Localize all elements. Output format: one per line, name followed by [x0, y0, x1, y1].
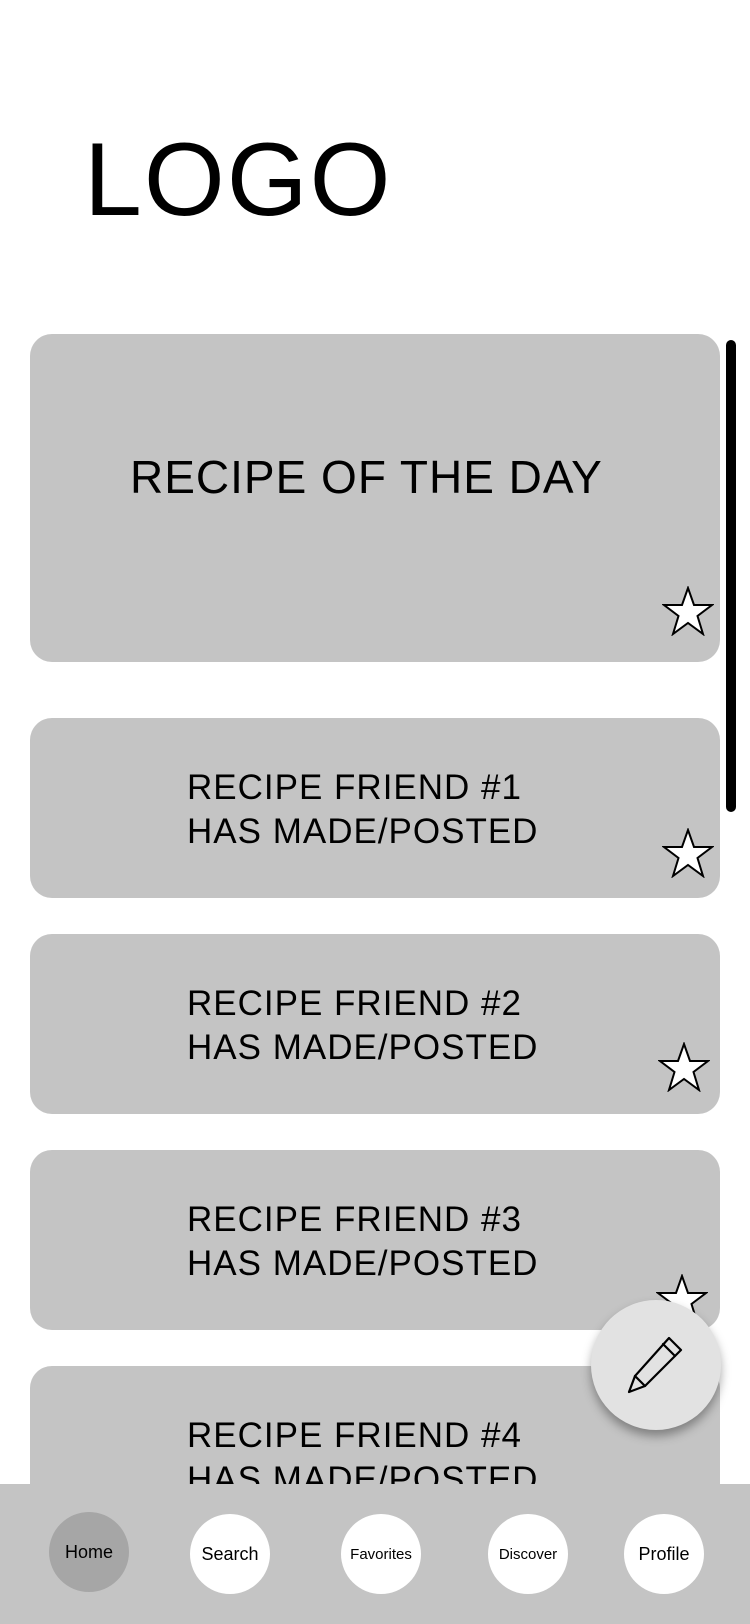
friend-post-line2: HAS MADE/POSTED [187, 812, 539, 851]
create-post-button[interactable] [591, 1300, 721, 1430]
friend-post-text: RECIPE FRIEND #3 HAS MADE/POSTED [187, 1198, 538, 1286]
nav-home[interactable]: Home [49, 1512, 129, 1592]
recipe-of-the-day-title: RECIPE OF THE DAY [130, 451, 603, 503]
bottom-nav: Home Search Favorites Discover Profile [0, 1484, 750, 1624]
star-icon[interactable] [662, 828, 714, 878]
nav-search[interactable]: Search [190, 1514, 270, 1594]
friend-post-text: RECIPE FRIEND #4 HAS MADE/POSTED [187, 1414, 538, 1484]
app-logo: LOGO [84, 122, 393, 238]
friend-post-line2: HAS MADE/POSTED [187, 1028, 539, 1067]
star-icon[interactable] [662, 586, 714, 636]
friend-post-card[interactable]: RECIPE FRIEND #2 HAS MADE/POSTED [30, 934, 720, 1114]
friend-post-line1: RECIPE FRIEND #3 [187, 1200, 522, 1239]
friend-post-card[interactable]: RECIPE FRIEND #3 HAS MADE/POSTED [30, 1150, 720, 1330]
friend-post-line1: RECIPE FRIEND #2 [187, 984, 522, 1023]
scrollbar[interactable] [726, 340, 736, 812]
nav-favorites[interactable]: Favorites [341, 1514, 421, 1594]
friend-post-card[interactable]: RECIPE FRIEND #1 HAS MADE/POSTED [30, 718, 720, 898]
nav-profile[interactable]: Profile [624, 1514, 704, 1594]
friend-post-line2: HAS MADE/POSTED [187, 1460, 539, 1484]
friend-post-line2: HAS MADE/POSTED [187, 1244, 539, 1283]
friend-post-text: RECIPE FRIEND #1 HAS MADE/POSTED [187, 766, 538, 854]
friend-post-line1: RECIPE FRIEND #4 [187, 1416, 522, 1455]
friend-post-line1: RECIPE FRIEND #1 [187, 768, 522, 807]
star-icon[interactable] [658, 1042, 710, 1092]
friend-post-text: RECIPE FRIEND #2 HAS MADE/POSTED [187, 982, 538, 1070]
pencil-icon [627, 1336, 683, 1394]
recipe-feed[interactable]: LOGO RECIPE OF THE DAY RECIPE FRIEND #1 … [0, 0, 750, 1484]
nav-discover[interactable]: Discover [488, 1514, 568, 1594]
recipe-of-the-day-card[interactable]: RECIPE OF THE DAY [30, 334, 720, 662]
